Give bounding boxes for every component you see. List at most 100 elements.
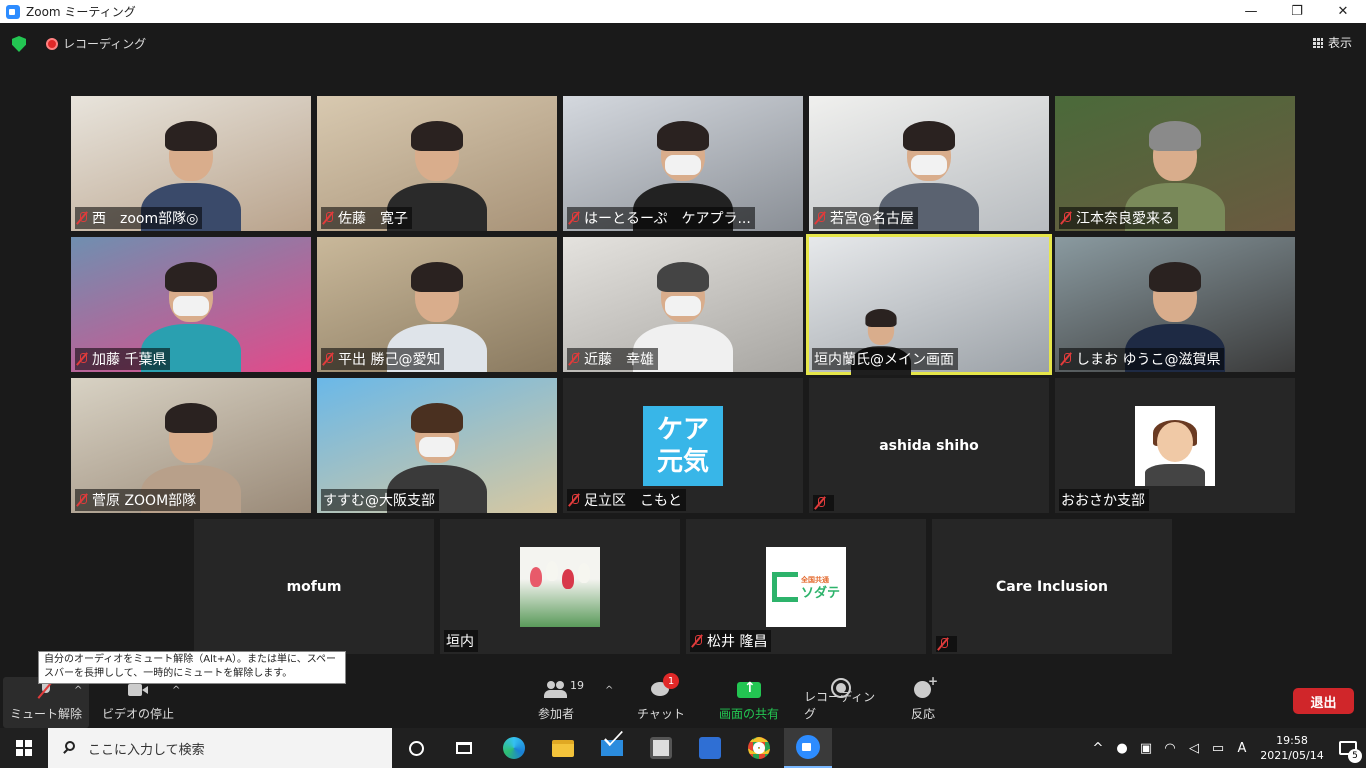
- leave-meeting-button[interactable]: 退出: [1293, 688, 1354, 714]
- participant-tile[interactable]: 若宮@名古屋: [809, 96, 1049, 231]
- battery-icon[interactable]: ▭: [1206, 728, 1230, 768]
- mic-muted-icon: [569, 352, 579, 366]
- mic-muted-icon: [569, 211, 579, 225]
- taskbar-search-box[interactable]: ここに入力して検索: [48, 728, 392, 768]
- mic-muted-icon: [77, 352, 87, 366]
- participant-avatar: 全国共通 ソダテ: [766, 547, 846, 627]
- participant-name-label: しまお ゆうこ@滋賀県: [1059, 348, 1225, 370]
- avatar-logo-text: 元気: [656, 447, 709, 477]
- participant-tile[interactable]: 近藤 幸雄: [563, 237, 803, 372]
- window-title: Zoom ミーティング: [26, 5, 136, 19]
- audio-options-caret-icon[interactable]: ^: [74, 685, 82, 696]
- minimize-button[interactable]: —: [1228, 0, 1274, 23]
- participant-tile[interactable]: ashida shiho: [809, 378, 1049, 513]
- chat-icon: 1: [649, 673, 679, 701]
- edge-browser-icon: [503, 737, 525, 759]
- edge-taskbar-app[interactable]: [490, 728, 538, 768]
- notification-center-button[interactable]: 5: [1330, 728, 1366, 768]
- ime-indicator[interactable]: A: [1230, 728, 1254, 768]
- volume-icon[interactable]: ◁: [1182, 728, 1206, 768]
- participant-tile[interactable]: はーとるーぷ ケアプラ...: [563, 96, 803, 231]
- zoom-icon: [796, 735, 820, 759]
- participant-name: 足立区 こもと: [584, 493, 682, 509]
- close-button[interactable]: ✕: [1320, 0, 1366, 23]
- notification-count-badge: 5: [1348, 749, 1362, 763]
- zoom-taskbar-app[interactable]: [784, 728, 832, 768]
- chat-button[interactable]: 1 チャット: [636, 673, 686, 728]
- task-view-button[interactable]: [440, 728, 488, 768]
- participant-tile[interactable]: 西 zoom部隊◎: [71, 96, 311, 231]
- participant-tile[interactable]: おおさか支部: [1055, 378, 1295, 513]
- recording-indicator[interactable]: レコーディング: [46, 35, 146, 52]
- tray-overflow-caret-icon[interactable]: ^: [1086, 728, 1110, 768]
- participant-name-label: すすむ@大阪支部: [321, 489, 439, 511]
- mic-muted-icon: [1061, 352, 1071, 366]
- participant-tile-active-speaker[interactable]: 垣内蘭氏@メイン画面: [806, 234, 1052, 375]
- participants-button[interactable]: 19 参加者: [530, 677, 584, 728]
- participant-name: 平出 勝己@愛知: [338, 352, 441, 368]
- participants-icon: 19: [544, 679, 584, 701]
- camera-tray-icon[interactable]: ▣: [1134, 728, 1158, 768]
- mic-muted-icon: [692, 634, 702, 648]
- participant-tile[interactable]: 佐藤 寛子: [317, 96, 557, 231]
- chrome-taskbar-app[interactable]: [735, 728, 783, 768]
- participant-name: おおさか支部: [1061, 493, 1145, 509]
- share-screen-button[interactable]: 画面の共有: [714, 677, 784, 728]
- participant-name: 若宮@名古屋: [830, 211, 914, 227]
- avatar-logo-text: ソダテ: [800, 586, 840, 601]
- participants-options-caret-icon[interactable]: ^: [605, 685, 613, 696]
- window-controls: — ❐ ✕: [1228, 0, 1366, 23]
- chat-unread-badge: 1: [663, 673, 679, 689]
- file-explorer-taskbar-app[interactable]: [539, 728, 587, 768]
- participant-name: しまお ゆうこ@滋賀県: [1076, 352, 1221, 368]
- encryption-shield-icon[interactable]: [12, 36, 26, 52]
- participant-tile[interactable]: 平出 勝己@愛知: [317, 237, 557, 372]
- cortana-button[interactable]: [392, 728, 440, 768]
- app-icon: [699, 737, 721, 759]
- participant-name-label: [813, 495, 834, 511]
- participant-tile[interactable]: すすむ@大阪支部: [317, 378, 557, 513]
- participant-tile[interactable]: 加藤 千葉県: [71, 237, 311, 372]
- participant-tile[interactable]: しまお ゆうこ@滋賀県: [1055, 237, 1295, 372]
- mail-taskbar-app[interactable]: [588, 728, 636, 768]
- mail-icon: [601, 740, 623, 756]
- microphone-icon[interactable]: ●: [1110, 728, 1134, 768]
- record-button[interactable]: レコーディング: [804, 677, 878, 728]
- participant-tile[interactable]: Care Inclusion: [932, 519, 1172, 654]
- video-options-caret-icon[interactable]: ^: [172, 685, 180, 696]
- participant-tile[interactable]: mofum: [194, 519, 434, 654]
- participant-name-label: 江本奈良愛来る: [1059, 207, 1178, 229]
- app-icon: [650, 737, 672, 759]
- window-titlebar: Zoom ミーティング — ❐ ✕: [0, 0, 1366, 23]
- participant-tile[interactable]: ケア 元気 足立区 こもと: [563, 378, 803, 513]
- chat-label: チャット: [637, 707, 685, 721]
- participant-name: 西 zoom部隊◎: [92, 211, 199, 227]
- search-icon: [62, 741, 76, 755]
- participant-avatar: [1135, 406, 1215, 486]
- app-taskbar-item[interactable]: [637, 728, 685, 768]
- participant-name-label: 若宮@名古屋: [813, 207, 918, 229]
- reactions-button[interactable]: 反応: [903, 674, 943, 728]
- windows-logo-icon: [16, 740, 32, 756]
- participant-tile[interactable]: 菅原 ZOOM部隊: [71, 378, 311, 513]
- start-button[interactable]: [0, 728, 48, 768]
- participant-tile[interactable]: 江本奈良愛来る: [1055, 96, 1295, 231]
- participant-name-label: 西 zoom部隊◎: [75, 207, 203, 229]
- stop-video-button[interactable]: ビデオの停止: [100, 677, 176, 728]
- participant-name: 松井 隆昌: [707, 634, 768, 650]
- mic-muted-icon: [323, 352, 333, 366]
- wifi-icon[interactable]: ◠: [1158, 728, 1182, 768]
- participant-tile[interactable]: 垣内: [440, 519, 680, 654]
- participant-name: すすむ@大阪支部: [323, 493, 435, 509]
- participant-name-center: mofum: [286, 578, 342, 595]
- participant-name: 近藤 幸雄: [584, 352, 654, 368]
- participant-name: 垣内: [446, 634, 474, 650]
- maximize-button[interactable]: ❐: [1274, 0, 1320, 23]
- taskbar-clock[interactable]: 19:58 2021/05/14: [1260, 733, 1324, 763]
- recording-label: レコーディング: [63, 37, 147, 51]
- view-button[interactable]: 表示: [1312, 34, 1352, 51]
- app-taskbar-item[interactable]: [686, 728, 734, 768]
- participant-name-label: [936, 636, 957, 652]
- grid-icon: [1312, 37, 1323, 48]
- participant-tile[interactable]: 全国共通 ソダテ 松井 隆昌: [686, 519, 926, 654]
